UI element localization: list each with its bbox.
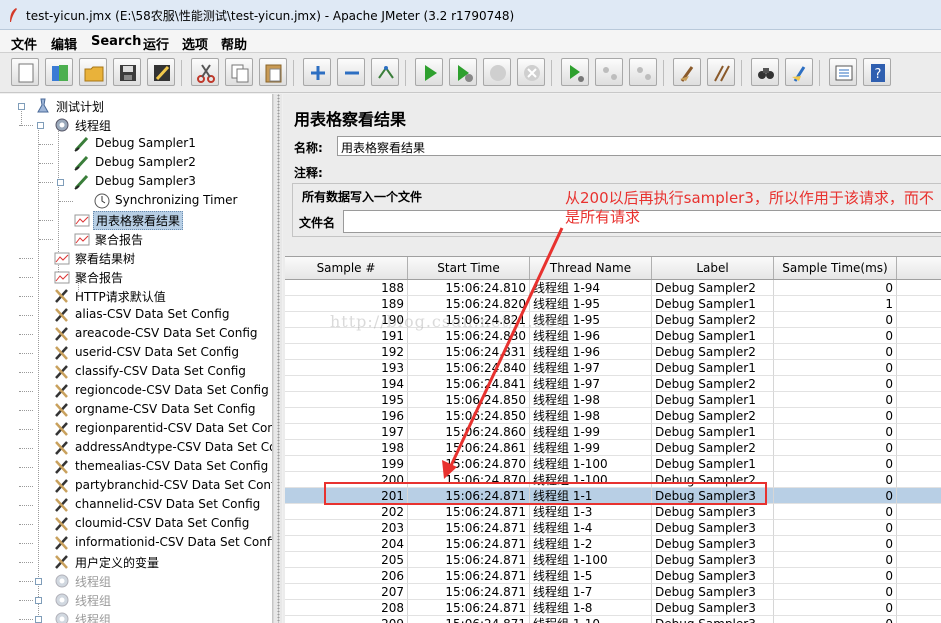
highlight-box xyxy=(324,482,767,505)
annotation-overlay xyxy=(324,227,767,505)
annotation-arrow xyxy=(447,227,564,471)
annotation-text: 从200以后再执行sampler3，所以作用于该请求，而不是所有请求 xyxy=(565,189,934,226)
annotation-arrowhead xyxy=(442,460,457,479)
